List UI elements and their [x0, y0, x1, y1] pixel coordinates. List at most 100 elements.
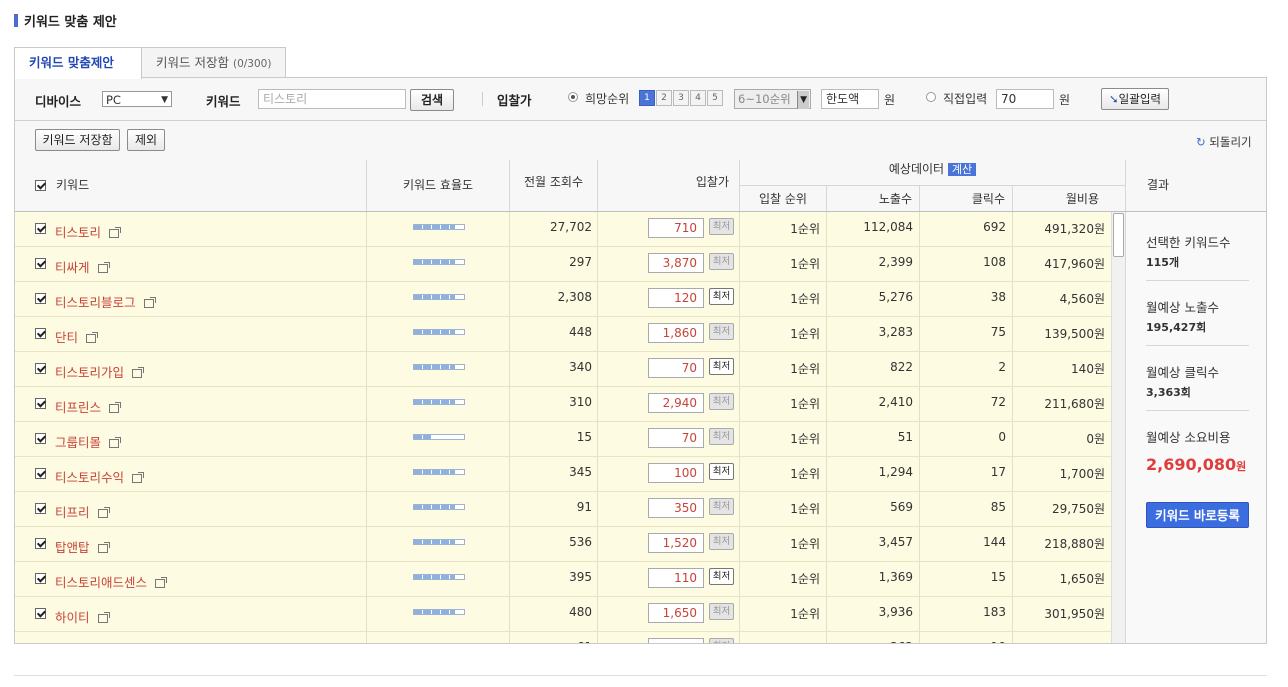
external-link-icon[interactable] — [109, 227, 122, 238]
table-row[interactable]: 티프린스 310 2,940 최저 1순위 2,410 72 211,680원 — [15, 387, 1111, 422]
bid-input[interactable]: 710 — [648, 218, 704, 238]
bid-input[interactable]: 1,520 — [648, 533, 704, 553]
keyword-link[interactable]: 티프린스 — [55, 397, 122, 416]
bid-input[interactable]: 3,870 — [648, 253, 704, 273]
bid-input[interactable]: 1,860 — [648, 323, 704, 343]
row-checkbox[interactable] — [35, 573, 46, 584]
rank-3-button[interactable]: 3 — [673, 90, 689, 106]
min-bid-button[interactable]: 최저 — [709, 323, 734, 340]
external-link-icon[interactable] — [97, 612, 110, 623]
bid-input[interactable]: 70 — [648, 358, 704, 378]
undo-button[interactable]: ↻ 되돌리기 — [1196, 134, 1252, 150]
direct-input-radio[interactable] — [926, 92, 936, 102]
min-bid-button[interactable]: 최저 — [709, 533, 734, 550]
table-row[interactable]: 티스토리 27,702 710 최저 1순위 112,084 692 491,3… — [15, 212, 1111, 247]
min-bid-button[interactable]: 최저 — [709, 498, 734, 515]
keyword-link[interactable]: 그룹티몰 — [55, 432, 122, 451]
bid-input[interactable]: 70 — [648, 428, 704, 448]
table-row[interactable]: 단티 448 1,860 최저 1순위 3,283 75 139,500원 — [15, 317, 1111, 352]
table-row[interactable]: 해코티아 61 70 최저 1순위 362 10 700원 — [15, 632, 1111, 643]
keyword-link[interactable]: 하이티 — [55, 607, 110, 626]
rank-range-select[interactable]: 6~10순위 ▼ — [734, 89, 811, 109]
table-row[interactable]: 티스토리수익 345 100 최저 1순위 1,294 17 1,700원 — [15, 457, 1111, 492]
limit-input[interactable]: 한도액 — [821, 89, 879, 109]
external-link-icon[interactable] — [97, 262, 110, 273]
table-row[interactable]: 티프리 91 350 최저 1순위 569 85 29,750원 — [15, 492, 1111, 527]
min-bid-button[interactable]: 최저 — [709, 358, 734, 375]
select-all-checkbox[interactable] — [35, 180, 46, 191]
bid-input[interactable]: 2,940 — [648, 393, 704, 413]
keyword-link[interactable]: 티스토리애드센스 — [55, 572, 168, 591]
calc-button[interactable]: 계산 — [947, 163, 977, 176]
external-link-icon[interactable] — [132, 367, 145, 378]
search-button[interactable]: 검색 — [410, 89, 454, 111]
row-checkbox[interactable] — [35, 258, 46, 269]
row-checkbox[interactable] — [35, 538, 46, 549]
row-checkbox[interactable] — [35, 503, 46, 514]
tab-keyword-suggest[interactable]: 키워드 맞춤제안 — [14, 47, 142, 79]
bid-input[interactable]: 120 — [648, 288, 704, 308]
min-bid-button[interactable]: 최저 — [709, 288, 734, 305]
exclude-button[interactable]: 제외 — [127, 129, 165, 151]
table-row[interactable]: 하이티 480 1,650 최저 1순위 3,936 183 301,950원 — [15, 597, 1111, 632]
keyword-link[interactable]: 해코티아 — [55, 642, 119, 643]
min-bid-button[interactable]: 최저 — [709, 218, 734, 235]
keyword-link[interactable]: 티프리 — [55, 502, 110, 521]
bid-input[interactable]: 350 — [648, 498, 704, 518]
keyword-link[interactable]: 티스토리 — [55, 222, 122, 241]
row-checkbox[interactable] — [35, 468, 46, 479]
row-checkbox[interactable] — [35, 223, 46, 234]
table-row[interactable]: 티스토리애드센스 395 110 최저 1순위 1,369 15 1,650원 — [15, 562, 1111, 597]
row-checkbox[interactable] — [35, 363, 46, 374]
desired-rank-radio[interactable] — [568, 92, 578, 102]
bid-input[interactable]: 110 — [648, 568, 704, 588]
rank-4-button[interactable]: 4 — [690, 90, 706, 106]
external-link-icon[interactable] — [97, 542, 110, 553]
device-select[interactable]: PC ▼ — [102, 91, 172, 107]
row-checkbox[interactable] — [35, 293, 46, 304]
keyword-link[interactable]: 티스토리수익 — [55, 467, 145, 486]
keyword-link[interactable]: 티스토리가입 — [55, 362, 145, 381]
min-bid-button[interactable]: 최저 — [709, 463, 734, 480]
rank-5-button[interactable]: 5 — [707, 90, 723, 106]
min-bid-button[interactable]: 최저 — [709, 638, 734, 643]
table-row[interactable]: 티스토리가입 340 70 최저 1순위 822 2 140원 — [15, 352, 1111, 387]
table-row[interactable]: 그룹티몰 15 70 최저 1순위 51 0 0원 — [15, 422, 1111, 457]
external-link-icon[interactable] — [155, 577, 168, 588]
min-bid-button[interactable]: 최저 — [709, 568, 734, 585]
row-checkbox[interactable] — [35, 398, 46, 409]
register-keyword-button[interactable]: 키워드 바로등록 — [1146, 502, 1249, 528]
external-link-icon[interactable] — [86, 332, 99, 343]
bid-input[interactable]: 1,650 — [648, 603, 704, 623]
scrollbar-thumb[interactable] — [1113, 213, 1124, 257]
keyword-link[interactable]: 탑앤탑 — [55, 537, 110, 556]
external-link-icon[interactable] — [143, 297, 156, 308]
row-checkbox[interactable] — [35, 608, 46, 619]
rank-2-button[interactable]: 2 — [656, 90, 672, 106]
row-checkbox[interactable] — [35, 433, 46, 444]
save-to-storage-button[interactable]: 키워드 저장함 — [35, 129, 120, 151]
row-checkbox[interactable] — [35, 328, 46, 339]
external-link-icon[interactable] — [132, 472, 145, 483]
bid-input[interactable]: 70 — [648, 638, 704, 643]
min-bid-button[interactable]: 최저 — [709, 393, 734, 410]
keyword-link[interactable]: 티스토리블로그 — [55, 292, 156, 311]
bulk-input-button[interactable]: ➘일괄입력 — [1101, 88, 1169, 110]
external-link-icon[interactable] — [97, 507, 110, 518]
keyword-link[interactable]: 단티 — [55, 327, 99, 346]
min-bid-button[interactable]: 최저 — [709, 603, 734, 620]
tab-keyword-storage[interactable]: 키워드 저장함 (0/300) — [141, 47, 287, 78]
min-bid-button[interactable]: 최저 — [709, 253, 734, 270]
external-link-icon[interactable] — [109, 402, 122, 413]
rank-1-button[interactable]: 1 — [639, 90, 655, 106]
external-link-icon[interactable] — [109, 437, 122, 448]
table-row[interactable]: 티스토리블로그 2,308 120 최저 1순위 5,276 38 4,560원 — [15, 282, 1111, 317]
min-bid-button[interactable]: 최저 — [709, 428, 734, 445]
keyword-input[interactable]: 티스토리 — [258, 89, 406, 109]
direct-input[interactable]: 70 — [996, 89, 1054, 109]
table-row[interactable]: 티싸게 297 3,870 최저 1순위 2,399 108 417,960원 — [15, 247, 1111, 282]
table-scrollbar[interactable] — [1111, 212, 1125, 643]
keyword-link[interactable]: 티싸게 — [55, 257, 110, 276]
bid-input[interactable]: 100 — [648, 463, 704, 483]
table-row[interactable]: 탑앤탑 536 1,520 최저 1순위 3,457 144 218,880원 — [15, 527, 1111, 562]
